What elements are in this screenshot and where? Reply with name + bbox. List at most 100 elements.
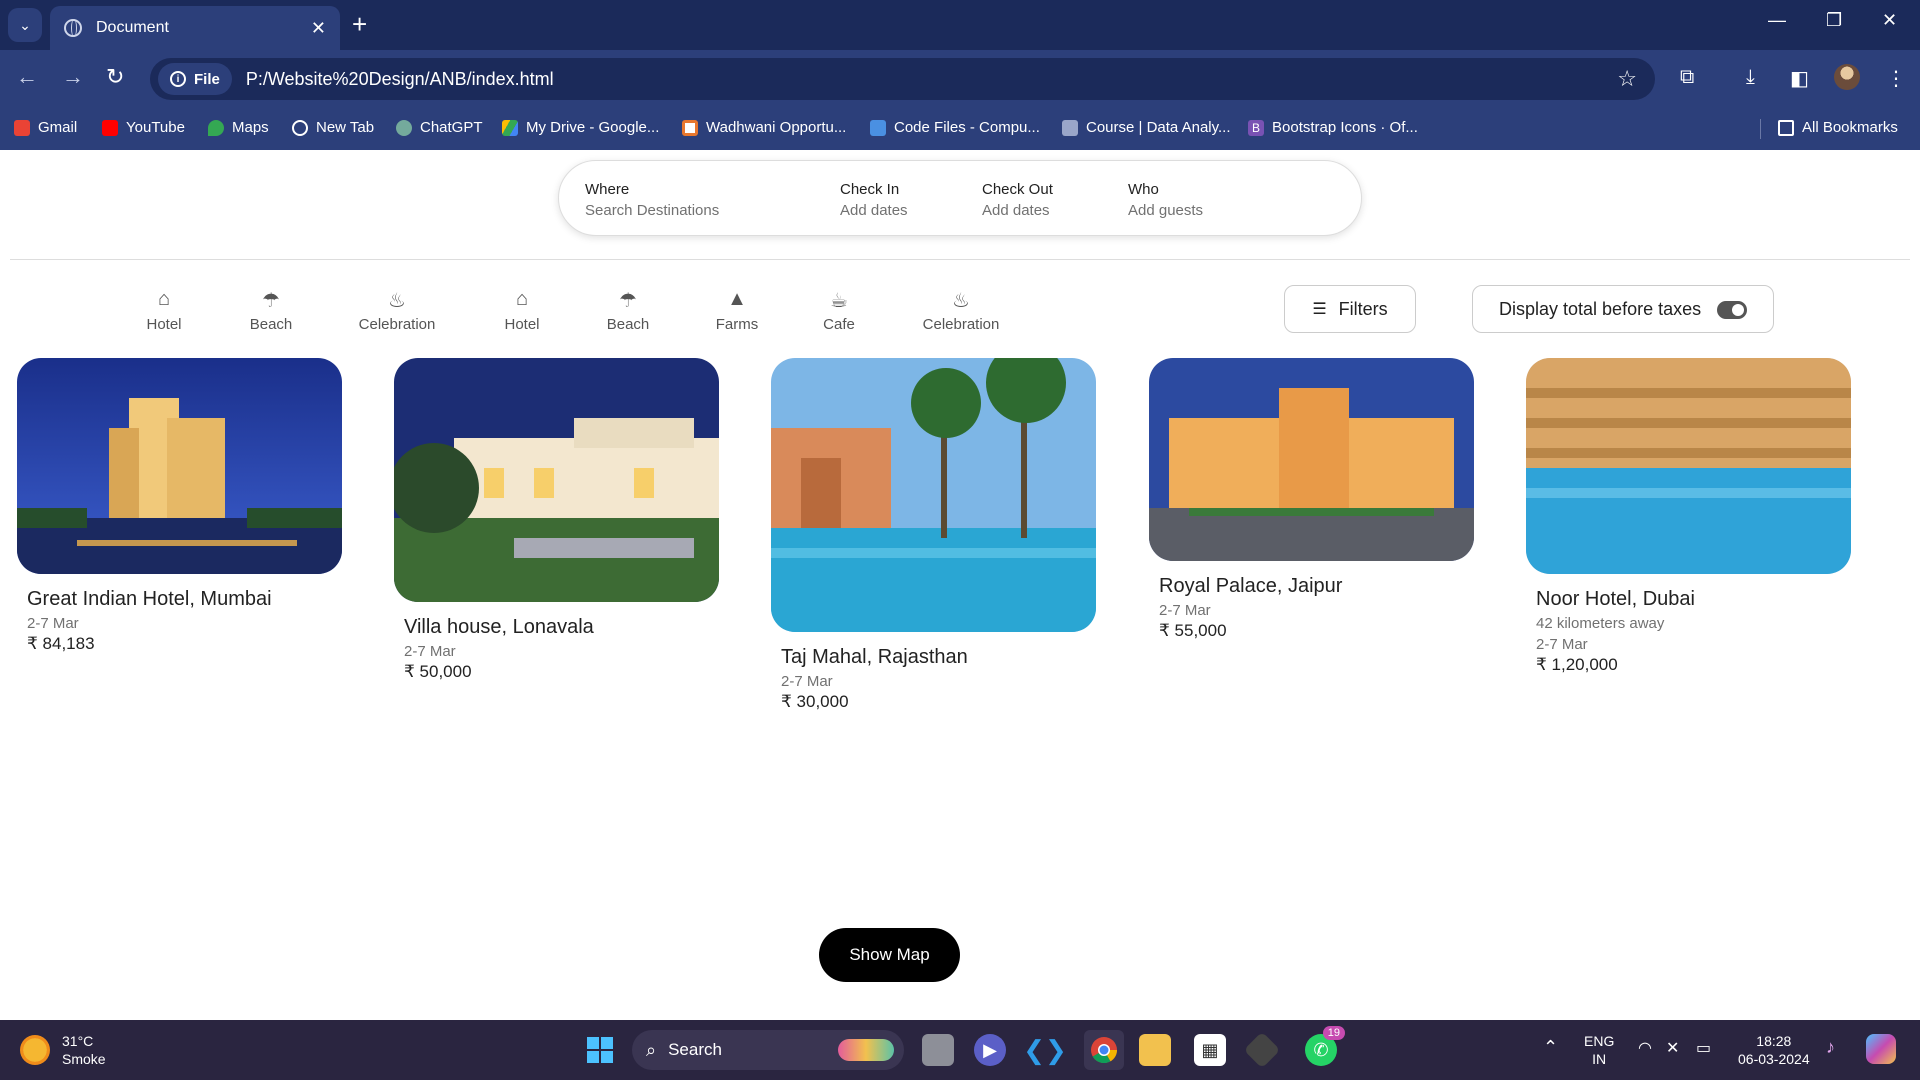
category-farms[interactable]: ▲ Farms [712, 288, 762, 333]
listing-card[interactable]: Great Indian Hotel, Mumbai 2-7 Mar ₹ 84,… [17, 358, 342, 654]
check-out-field[interactable]: Check Out Add dates [982, 181, 1053, 219]
wifi-icon[interactable]: ◠ [1638, 1040, 1652, 1058]
close-tab-icon[interactable]: ✕ [311, 18, 326, 39]
category-celebration-2[interactable]: ♨ Celebration [920, 288, 1002, 333]
listing-name[interactable]: Royal Palace, Jaipur [1159, 575, 1474, 598]
listing-dates: 2-7 Mar [1536, 636, 1588, 653]
meet-icon[interactable]: ▶ [974, 1034, 1006, 1066]
profile-avatar[interactable] [1834, 64, 1860, 90]
bookmark-chatgpt[interactable]: ChatGPT [396, 119, 483, 136]
address-bar[interactable]: i File P:/Website%20Design/ANB/index.htm… [150, 58, 1655, 100]
listing-image[interactable] [1149, 358, 1474, 561]
weather-temp: 31°C [62, 1033, 94, 1049]
taskbar-search[interactable]: ⌕ Search [632, 1030, 904, 1070]
filters-button[interactable]: ☰ Filters [1284, 285, 1416, 333]
restore-icon[interactable]: ❐ [1826, 10, 1842, 31]
show-map-button[interactable]: Show Map [819, 928, 960, 982]
tree-icon: ▲ [727, 288, 747, 310]
listing-card[interactable]: Noor Hotel, Dubai 42 kilometers away 2-7… [1526, 358, 1851, 675]
windows-start-icon[interactable] [584, 1034, 616, 1066]
task-view-icon[interactable] [922, 1034, 954, 1066]
listing-dates: 2-7 Mar [27, 615, 79, 632]
url-text[interactable]: P:/Website%20Design/ANB/index.html [246, 69, 1617, 90]
bookmark-gmail[interactable]: Gmail [14, 119, 77, 136]
listing-card[interactable]: Villa house, Lonavala 2-7 Mar ₹ 50,000 [394, 358, 719, 682]
check-out-label: Check Out [982, 181, 1053, 198]
youtube-icon [102, 119, 118, 136]
window-close-icon[interactable]: ✕ [1882, 10, 1897, 31]
extensions-icon[interactable]: ⧉ [1680, 66, 1694, 89]
category-hotel[interactable]: ⌂ Hotel [138, 288, 190, 333]
where-field[interactable]: Where Search Destinations [585, 181, 719, 219]
listing-image[interactable] [17, 358, 342, 574]
check-in-placeholder: Add dates [840, 202, 908, 219]
bookmark-my-drive[interactable]: My Drive - Google... [502, 119, 659, 136]
battery-icon[interactable]: ▭ [1696, 1040, 1711, 1058]
listing-name[interactable]: Taj Mahal, Rajasthan [781, 646, 1096, 669]
notification-bell-icon[interactable]: ♪ [1826, 1038, 1835, 1056]
category-beach-2[interactable]: ☂ Beach [603, 288, 653, 333]
all-bookmarks[interactable]: All Bookmarks [1778, 119, 1898, 136]
check-in-field[interactable]: Check In Add dates [840, 181, 908, 219]
copilot-icon[interactable] [1866, 1034, 1896, 1064]
wadhwani-icon [682, 119, 698, 136]
taxes-toggle[interactable] [1717, 301, 1747, 319]
listing-card[interactable]: Royal Palace, Jaipur 2-7 Mar ₹ 55,000 [1149, 358, 1474, 641]
minimize-icon[interactable]: — [1768, 10, 1786, 31]
check-out-placeholder: Add dates [982, 202, 1050, 219]
forward-icon[interactable]: → [62, 64, 84, 90]
listing-name[interactable]: Great Indian Hotel, Mumbai [27, 588, 342, 611]
reload-icon[interactable]: ↻ [106, 64, 124, 90]
listing-distance: 42 kilometers away [1536, 615, 1665, 632]
bookmark-new-tab[interactable]: New Tab [292, 119, 374, 136]
listing-dates: 2-7 Mar [1159, 602, 1211, 619]
bookmark-course[interactable]: Course | Data Analy... [1062, 119, 1231, 136]
tab-search-button[interactable]: ⌄ [8, 8, 42, 42]
site-info-chip[interactable]: i File [158, 63, 232, 95]
tray-chevron-icon[interactable]: ⌃ [1543, 1038, 1558, 1056]
house-icon: ⌂ [157, 288, 171, 310]
whatsapp-icon[interactable]: ✆ 19 [1305, 1026, 1345, 1066]
clock[interactable]: 18:28 06-03-2024 [1738, 1032, 1810, 1068]
volume-muted-icon[interactable]: ✕ [1666, 1040, 1679, 1058]
taxes-toggle-box[interactable]: Display total before taxes [1472, 285, 1774, 333]
header-divider [10, 259, 1910, 260]
search-highlight-icon [838, 1039, 894, 1061]
who-field[interactable]: Who Add guests [1128, 181, 1203, 219]
menu-kebab-icon[interactable]: ⋮ [1886, 66, 1906, 91]
vscode-icon[interactable]: ❮❯ [1023, 1034, 1067, 1066]
check-in-label: Check In [840, 181, 900, 198]
bookmark-bootstrap-icons[interactable]: B Bootstrap Icons · Of... [1248, 119, 1418, 136]
umbrella-icon: ☂ [619, 290, 637, 312]
app-icon[interactable] [1243, 1031, 1281, 1069]
bookmark-code-files[interactable]: Code Files - Compu... [870, 119, 1040, 136]
back-icon[interactable]: ← [16, 64, 38, 90]
browser-tab[interactable]: Document ✕ [50, 6, 340, 50]
category-hotel-2[interactable]: ⌂ Hotel [496, 288, 548, 333]
info-icon: i [170, 71, 186, 87]
bookmark-maps[interactable]: Maps [208, 119, 269, 136]
course-icon [1062, 119, 1078, 136]
listing-image[interactable] [394, 358, 719, 602]
weather-widget[interactable]: 31°C Smoke [20, 1032, 106, 1068]
language-indicator[interactable]: ENG IN [1584, 1032, 1614, 1068]
store-icon[interactable]: ▦ [1194, 1034, 1226, 1066]
cake-icon: ♨ [388, 290, 406, 312]
listing-name[interactable]: Noor Hotel, Dubai [1536, 588, 1851, 611]
bookmark-wadhwani[interactable]: Wadhwani Opportu... [682, 119, 846, 136]
browser-toolbar: ← → ↻ i File P:/Website%20Design/ANB/ind… [0, 50, 1920, 108]
listing-image[interactable] [1526, 358, 1851, 574]
listing-image[interactable] [771, 358, 1096, 632]
category-beach[interactable]: ☂ Beach [246, 288, 296, 333]
category-celebration[interactable]: ♨ Celebration [356, 288, 438, 333]
side-panel-icon[interactable]: ◧ [1790, 66, 1809, 91]
category-cafe[interactable]: ☕ Cafe [818, 288, 860, 333]
file-explorer-icon[interactable] [1139, 1034, 1171, 1066]
new-tab-button[interactable]: + [352, 10, 367, 38]
bookmark-star-icon[interactable]: ☆ [1617, 66, 1637, 92]
listing-card[interactable]: Taj Mahal, Rajasthan 2-7 Mar ₹ 30,000 [771, 358, 1096, 712]
listing-name[interactable]: Villa house, Lonavala [404, 616, 719, 639]
bookmark-youtube[interactable]: YouTube [102, 119, 185, 136]
chrome-icon[interactable] [1084, 1030, 1124, 1070]
download-icon[interactable]: ⤓ [1746, 66, 1755, 89]
